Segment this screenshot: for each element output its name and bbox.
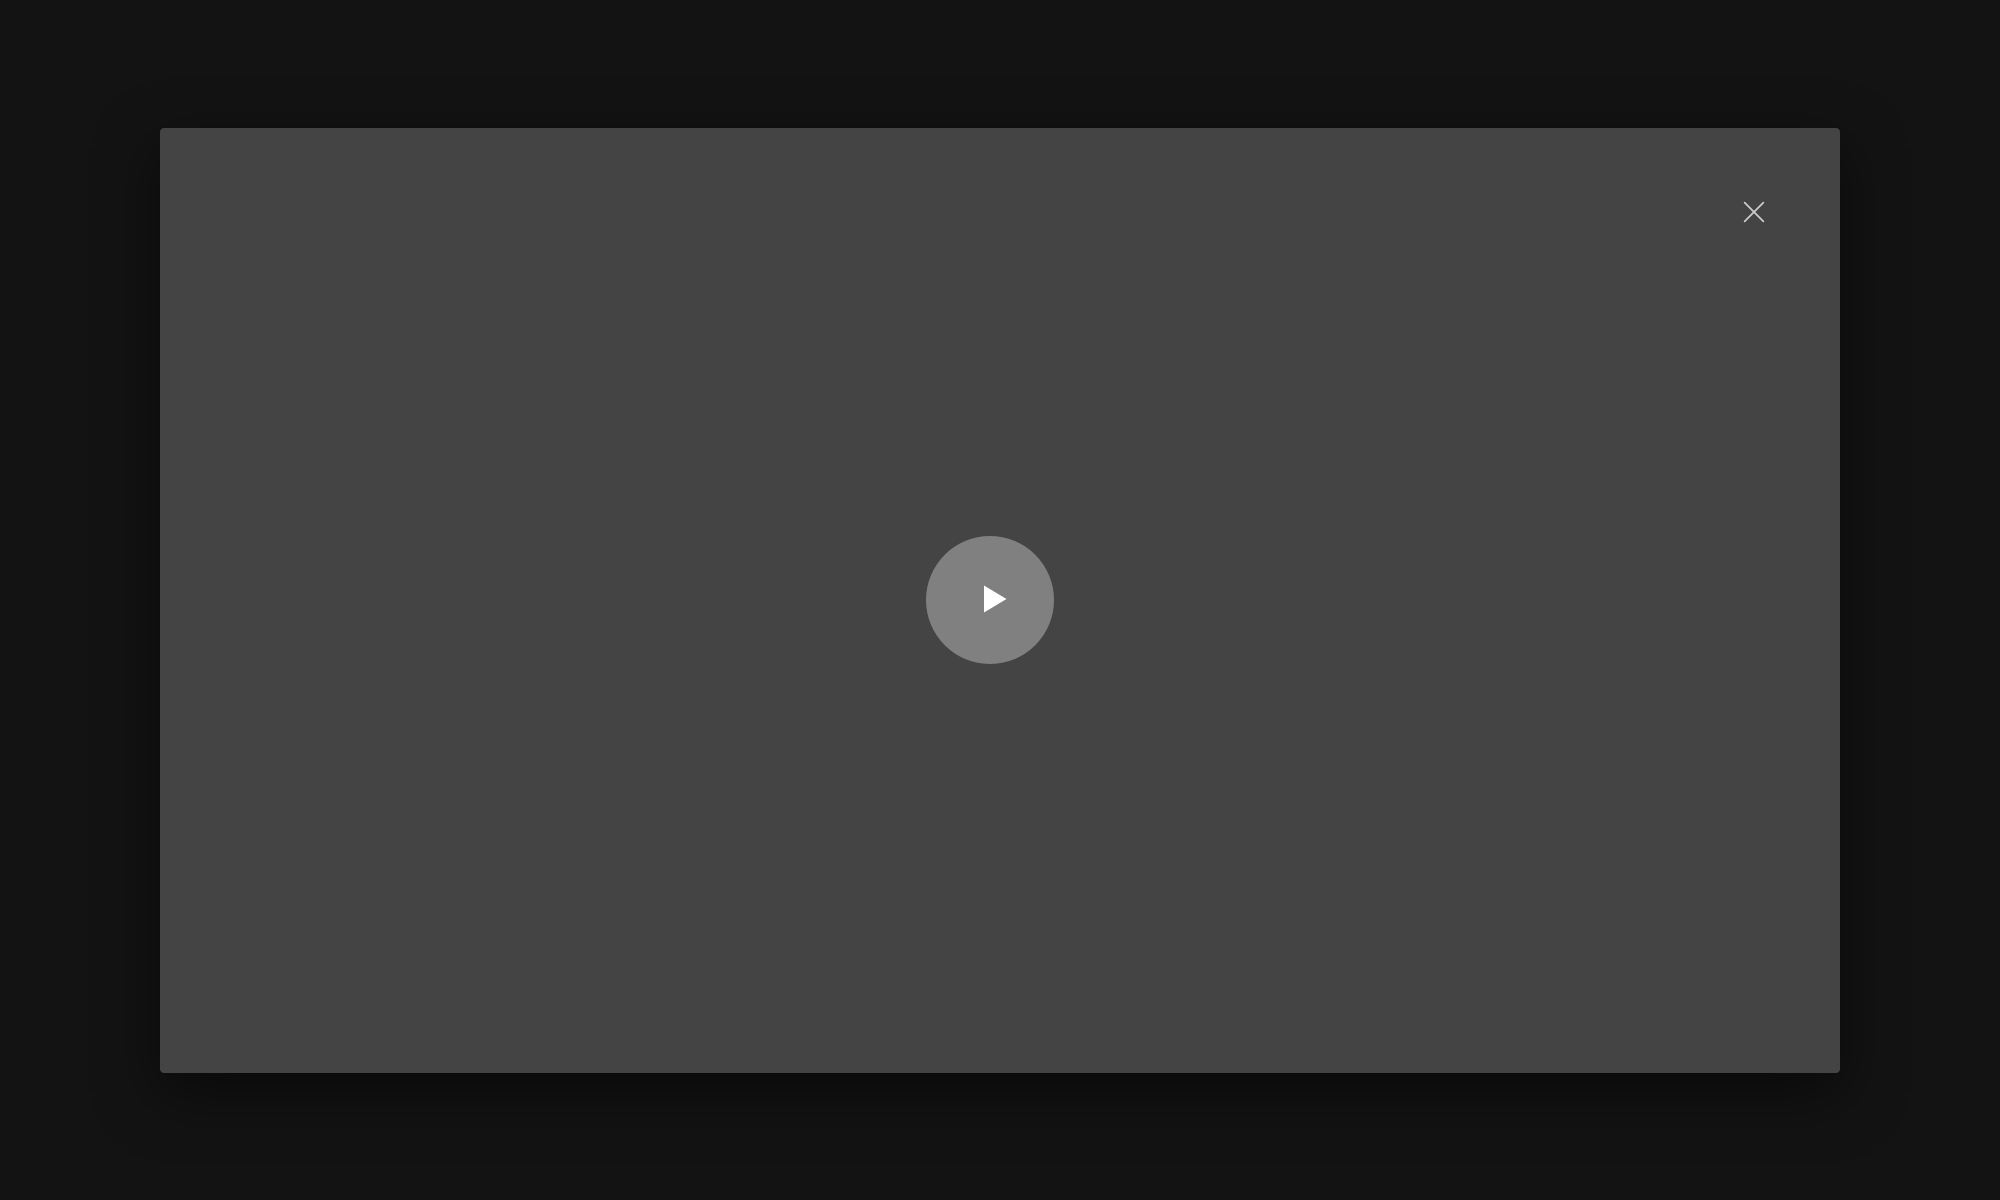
play-icon <box>969 581 1011 620</box>
modal-backdrop[interactable] <box>0 0 2000 1200</box>
play-button[interactable] <box>926 536 1054 664</box>
video-player-modal <box>160 128 1840 1073</box>
close-button[interactable] <box>1738 198 1770 230</box>
close-icon <box>1740 198 1768 229</box>
